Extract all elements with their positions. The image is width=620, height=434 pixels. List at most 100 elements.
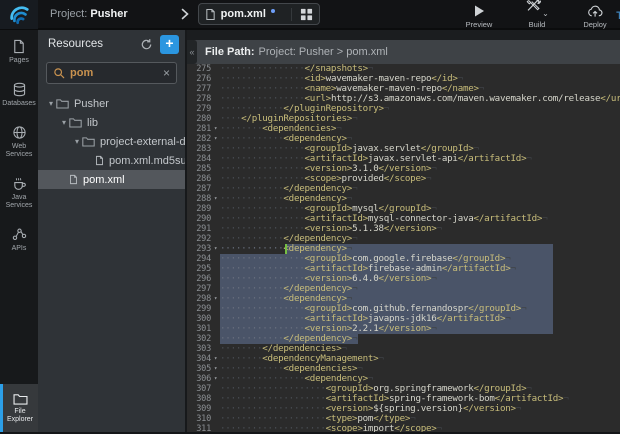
line-number: 302 [187,334,211,344]
line-number: 290 [187,214,211,224]
chevron-down-icon[interactable]: ▾ [59,118,69,127]
xml-tag: </artifactId> [458,153,527,164]
action-build-button[interactable]: ⌄Build [516,2,558,29]
tree-item-pom-xml[interactable]: pom.xml [38,170,185,189]
pages-icon [12,39,26,54]
tree-item-label: pom.xml [83,174,125,186]
sidebar-item-apis[interactable]: APIs [0,218,38,261]
resources-header: Resources + [38,30,185,58]
xml-tag: </version> [378,323,431,334]
fold-gutter [211,84,220,94]
fold-toggle-icon[interactable]: ▾ [211,364,220,374]
left-sidebar: Pages Databases WebServicesJavaServicesAPI… [0,30,38,432]
chevron-down-icon[interactable]: ▾ [46,99,56,108]
fold-toggle-icon[interactable]: ▾ [211,124,220,134]
fold-toggle-icon[interactable]: ▾ [211,374,220,384]
action-deploy-button[interactable]: Deploy [574,2,616,29]
file-icon [95,155,104,166]
code-area[interactable]: 275················</snapshots>¬276·····… [187,64,620,432]
add-resource-button[interactable]: + [160,35,179,54]
file-path-bar: File Path: Project: Pusher > pom.xml [187,40,620,64]
xml-tag: </artifactId> [442,263,511,274]
action-label: Preview [466,20,493,29]
fold-gutter [211,214,220,224]
fold-gutter [211,254,220,264]
resources-panel: Resources + × ▾Pusher▾lib▾project-extern… [38,30,187,432]
search-input[interactable] [70,67,158,79]
chevron-down-icon[interactable]: ▾ [72,137,82,146]
clipped-right-label[interactable]: T [616,10,620,22]
fold-toggle-icon[interactable]: ▾ [211,354,220,364]
fold-toggle-icon[interactable]: ▾ [211,134,220,144]
file-path-value: Project: Pusher > pom.xml [259,46,388,58]
xml-tag: </version> [384,223,437,234]
topbar-actions: Preview ⌄Build Deploy [458,2,616,29]
main-row: Pages Databases WebServicesJavaServicesAPI… [0,30,620,432]
fold-toggle-icon[interactable]: ▾ [211,244,220,254]
eol-mark: ¬ [542,213,547,224]
line-number: 307 [187,384,211,394]
line-number: 296 [187,274,211,284]
close-icon[interactable]: × [163,68,170,78]
fold-gutter [211,424,220,432]
modified-indicator [271,9,275,13]
fold-gutter [211,384,220,394]
whitespace-dots: ···················· [220,423,326,432]
fold-toggle-icon[interactable]: ▾ [211,194,220,204]
tree-item-pom-xml-md5sum[interactable]: pom.xml.md5sum [38,151,185,170]
fold-gutter [211,104,220,114]
eol-mark: ¬ [511,263,516,274]
line-number: 287 [187,184,211,194]
eol-mark: ¬ [352,113,357,124]
project-breadcrumb[interactable]: Project: Pusher [50,8,128,20]
text-cursor [285,244,287,254]
folder-icon [13,393,28,405]
line-number: 297 [187,284,211,294]
app-logo[interactable] [0,0,38,29]
line-number: 304 [187,354,211,364]
sidebar-item-web-services[interactable]: WebServices [0,116,38,167]
sidebar-items-top: Pages Databases WebServicesJavaServicesAPI… [0,30,38,261]
chevron-down-icon[interactable]: ⌄ [542,10,549,18]
tab-file-name: pom.xml [221,8,266,20]
sidebar-item-file-explorer[interactable]: FileExplorer [0,384,38,432]
tree-item-pusher[interactable]: ▾Pusher [38,94,185,113]
sidebar-item-java-services[interactable]: JavaServices [0,167,38,218]
action-label: Deploy [583,20,606,29]
project-name: Pusher [90,8,127,20]
collapse-panel-button[interactable]: « [187,40,197,64]
sidebar-spacer [0,261,38,384]
sidebar-item-databases[interactable]: Databases [0,73,38,116]
fold-gutter [211,234,220,244]
sidebar-item-label: Databases [2,100,35,108]
fold-gutter [211,344,220,354]
eol-mark: ¬ [352,333,357,344]
file-icon [205,8,216,21]
line-number: 311 [187,424,211,432]
line-number: 289 [187,204,211,214]
tree-item-project-external-dependencies[interactable]: ▾project-external-dependencies [38,132,185,151]
line-number: 284 [187,154,211,164]
line-number: 295 [187,264,211,274]
action-preview-button[interactable]: Preview [458,2,500,29]
line-number: 282 [187,134,211,144]
fold-gutter [211,304,220,314]
line-number: 305 [187,364,211,374]
eol-mark: ¬ [426,173,431,184]
layout-grid-button[interactable] [291,8,313,21]
eol-mark: ¬ [352,183,357,194]
tab-pom-xml[interactable]: pom.xml [205,8,285,21]
code-line-311[interactable]: 311····················<scope>import</sc… [187,424,620,432]
refresh-icon[interactable] [140,38,153,51]
fold-toggle-icon[interactable]: ▾ [211,294,220,304]
eol-mark: ¬ [352,233,357,244]
sidebar-item-pages[interactable]: Pages [0,30,38,73]
resource-search-box: × [46,62,177,84]
eol-mark: ¬ [521,303,526,314]
project-label: Project: [50,8,87,20]
fold-gutter [211,314,220,324]
eol-mark: ¬ [526,153,531,164]
eol-mark: ¬ [384,103,389,114]
tree-item-lib[interactable]: ▾lib [38,113,185,132]
eol-mark: ¬ [505,313,510,324]
